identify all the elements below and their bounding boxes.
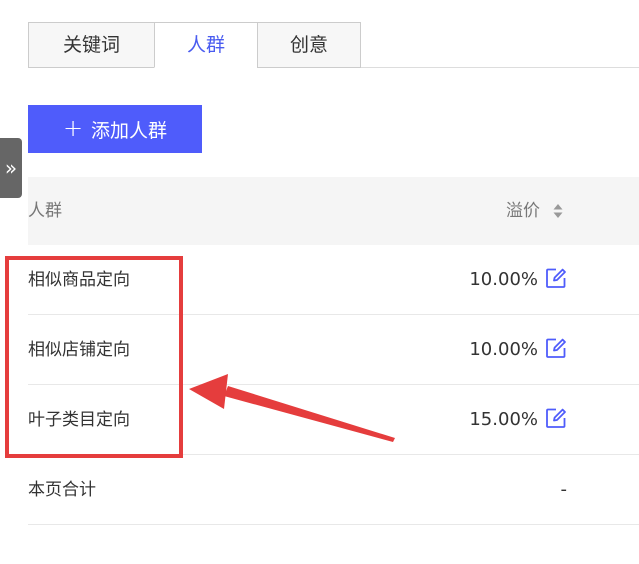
page-total-label: 本页合计 [28,480,96,500]
add-audience-label: 添加人群 [91,119,168,142]
page-total-value: - [560,479,568,500]
edit-icon[interactable] [545,267,567,289]
tab-keywords[interactable]: 关键词 [28,22,155,68]
edit-icon[interactable] [545,407,567,429]
tab-audience[interactable]: 人群 [154,22,258,68]
column-header-premium[interactable]: 溢价 [506,177,540,245]
double-chevron-right-icon: » [4,156,18,180]
edit-icon[interactable] [545,337,567,359]
table-header: 人群 溢价 [28,177,639,245]
column-header-audience: 人群 [28,201,62,221]
premium-value: 15.00% [469,409,538,430]
premium-value: 10.00% [469,269,538,290]
sort-icon[interactable] [553,203,563,219]
plus-icon: + [62,113,84,142]
add-audience-button[interactable]: + 添加人群 [28,105,202,153]
sidebar-expand-toggle[interactable]: » [0,138,22,198]
annotation-highlight-box [5,256,183,458]
premium-value: 10.00% [469,339,538,360]
table-total-row: 本页合计 - [28,455,639,525]
tab-creative[interactable]: 创意 [257,22,361,68]
